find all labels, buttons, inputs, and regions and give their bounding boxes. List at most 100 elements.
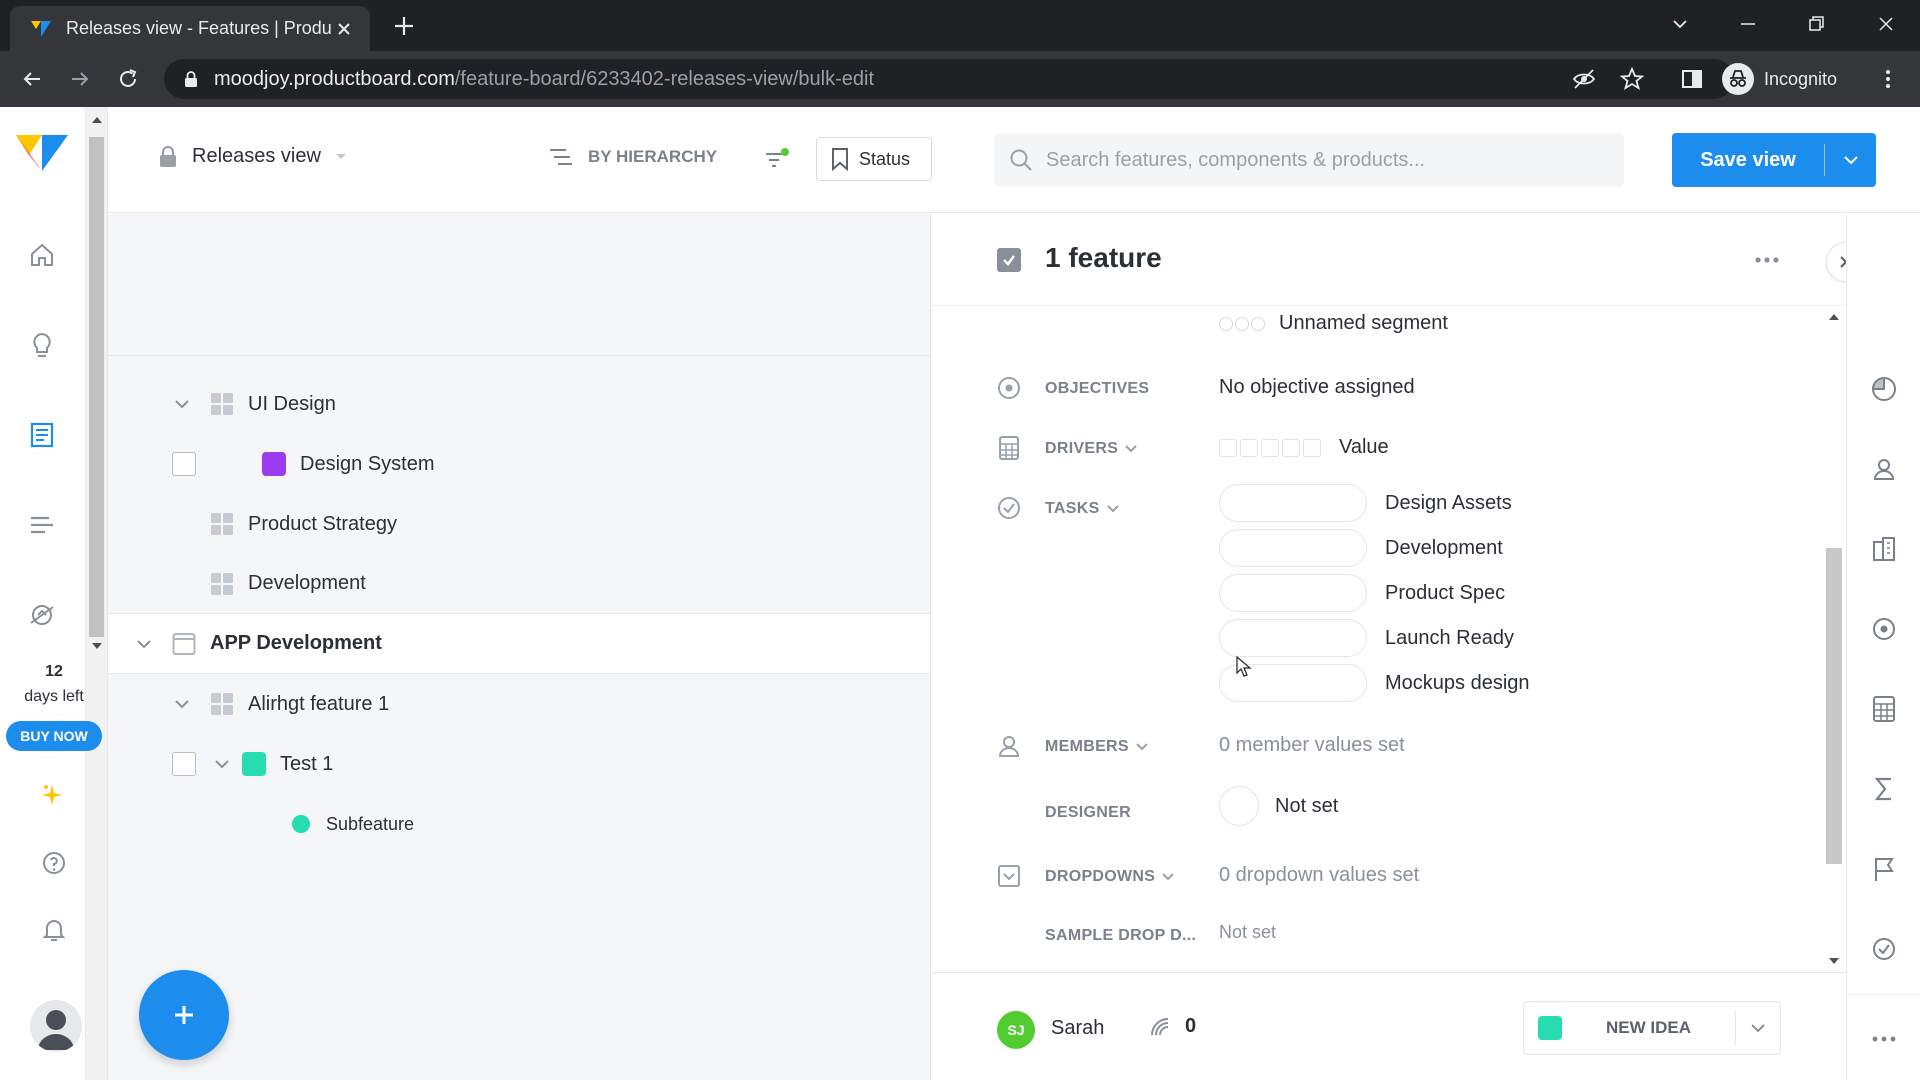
scroll-down-icon[interactable] — [91, 641, 103, 651]
trial-days-count: 12 — [45, 663, 63, 680]
dropdowns-label[interactable]: DROPDOWNS — [1045, 868, 1175, 886]
view-selector[interactable]: Releases view — [158, 145, 347, 168]
owner-avatar[interactable]: SJ — [997, 1011, 1035, 1049]
close-window-icon[interactable] — [1872, 10, 1900, 38]
scroll-down-icon[interactable] — [1828, 956, 1840, 966]
scrollbar-thumb[interactable] — [1826, 548, 1842, 864]
sample-drop-value[interactable]: Not set — [1219, 922, 1276, 943]
selected-checkbox[interactable] — [997, 248, 1021, 272]
task-item[interactable]: Launch Ready — [1219, 619, 1514, 657]
more-options-icon[interactable] — [1869, 1024, 1899, 1054]
insights-pie-icon[interactable] — [1869, 374, 1899, 404]
sparkle-icon[interactable] — [38, 779, 70, 811]
chevron-down-icon[interactable] — [172, 694, 192, 714]
help-icon[interactable] — [38, 847, 70, 879]
incognito-indicator[interactable]: Incognito — [1722, 59, 1837, 99]
person-icon[interactable] — [1869, 454, 1899, 484]
board-row-test-1[interactable]: Test 1 — [108, 734, 930, 794]
side-panel-icon[interactable] — [1678, 65, 1706, 93]
designer-value[interactable]: Not set — [1219, 786, 1338, 826]
forward-icon[interactable] — [66, 65, 94, 93]
panel-scrollbar[interactable] — [1823, 306, 1845, 972]
status-button[interactable]: Status — [816, 137, 932, 181]
chevron-down-icon[interactable] — [172, 394, 192, 414]
home-icon[interactable] — [26, 239, 58, 271]
insights-bulb-icon[interactable] — [26, 329, 58, 361]
task-status-pill[interactable] — [1219, 619, 1367, 657]
members-person-icon — [995, 732, 1023, 760]
features-board-icon[interactable] — [26, 419, 58, 451]
browser-menu-icon[interactable] — [1874, 65, 1902, 93]
tracking-blocked-icon[interactable] — [1570, 65, 1598, 93]
view-name: Releases view — [192, 145, 321, 167]
task-item[interactable]: Design Assets — [1219, 484, 1512, 522]
restore-icon[interactable] — [1802, 10, 1830, 38]
portal-icon[interactable] — [26, 599, 58, 631]
segment-value[interactable]: Unnamed segment — [1219, 312, 1448, 335]
task-status-pill[interactable] — [1219, 529, 1367, 567]
objective-target-icon[interactable] — [1869, 614, 1899, 644]
task-check-icon[interactable] — [1869, 934, 1899, 964]
release-flag-icon[interactable] — [1869, 854, 1899, 884]
task-item[interactable]: Development — [1219, 529, 1503, 567]
sum-sigma-icon[interactable] — [1869, 774, 1899, 804]
board-row-subfeature[interactable]: Subfeature — [108, 794, 930, 854]
url-bar[interactable]: moodjoy.productboard.com /feature-board/… — [164, 59, 1734, 99]
reload-icon[interactable] — [114, 65, 142, 93]
board-row-app-development[interactable]: APP Development — [108, 614, 930, 674]
incognito-icon — [1722, 63, 1754, 95]
owner-name[interactable]: Sarah — [1051, 1017, 1104, 1040]
more-options-icon[interactable] — [1751, 244, 1783, 276]
task-item[interactable]: Product Spec — [1219, 574, 1505, 612]
objectives-value[interactable]: No objective assigned — [1219, 376, 1415, 399]
close-tab-icon[interactable] — [332, 17, 356, 41]
save-view-button[interactable]: Save view — [1672, 133, 1876, 187]
board-row-ui-design[interactable]: UI Design — [108, 374, 930, 434]
board-row-product-strategy[interactable]: Product Strategy — [108, 494, 930, 554]
task-status-pill[interactable] — [1219, 574, 1367, 612]
search-input[interactable]: Search features, components & products..… — [994, 133, 1624, 187]
notifications-bell-icon[interactable] — [38, 913, 70, 945]
grouping-selector[interactable]: BY HIERARCHY — [548, 147, 717, 167]
scroll-up-icon[interactable] — [1828, 312, 1840, 322]
user-avatar[interactable] — [30, 1000, 82, 1052]
productboard-logo-icon[interactable] — [14, 133, 70, 173]
drivers-value[interactable]: Value — [1219, 436, 1389, 459]
calculator-icon[interactable] — [1869, 694, 1899, 724]
board-row-development[interactable]: Development — [108, 554, 930, 614]
insights-count[interactable]: 0 — [1149, 1015, 1196, 1038]
new-tab-icon[interactable] — [390, 12, 418, 40]
chevron-down-icon[interactable] — [212, 754, 232, 774]
chevron-down-icon[interactable] — [1825, 155, 1876, 165]
tasks-label[interactable]: TASKS — [1045, 500, 1120, 518]
drivers-label[interactable]: DRIVERS — [1045, 440, 1138, 458]
row-checkbox[interactable] — [172, 752, 196, 776]
board-row-design-system[interactable]: Design System — [108, 434, 930, 494]
roadmap-icon[interactable] — [26, 509, 58, 541]
lock-icon — [182, 70, 200, 88]
row-label: Test 1 — [280, 752, 334, 775]
board-row-alirhgt-feature[interactable]: Alirhgt feature 1 — [108, 674, 930, 734]
members-value[interactable]: 0 member values set — [1219, 734, 1405, 757]
tab-search-icon[interactable] — [1666, 10, 1694, 38]
buy-now-button[interactable]: BUY NOW — [6, 721, 102, 751]
scrollbar-thumb[interactable] — [89, 137, 104, 637]
filter-icon[interactable] — [762, 145, 792, 175]
members-label[interactable]: MEMBERS — [1045, 738, 1149, 756]
add-item-button[interactable] — [139, 970, 229, 1060]
row-checkbox[interactable] — [172, 452, 196, 476]
chevron-down-icon[interactable] — [1736, 1023, 1780, 1033]
task-status-pill[interactable] — [1219, 484, 1367, 522]
browser-tab[interactable]: Releases view - Features | Produc — [10, 6, 370, 51]
status-selector[interactable]: NEW IDEA — [1523, 1001, 1781, 1055]
scroll-up-icon[interactable] — [91, 115, 103, 125]
company-building-icon[interactable] — [1869, 534, 1899, 564]
task-item[interactable]: Mockups design — [1219, 664, 1530, 702]
minimize-icon[interactable] — [1734, 10, 1762, 38]
bookmark-star-icon[interactable] — [1618, 65, 1646, 93]
left-nav-scrollbar[interactable] — [86, 107, 108, 1080]
driver-name: Value — [1339, 436, 1389, 458]
dropdowns-value[interactable]: 0 dropdown values set — [1219, 864, 1419, 887]
chevron-down-icon[interactable] — [134, 634, 154, 654]
back-icon[interactable] — [18, 65, 46, 93]
